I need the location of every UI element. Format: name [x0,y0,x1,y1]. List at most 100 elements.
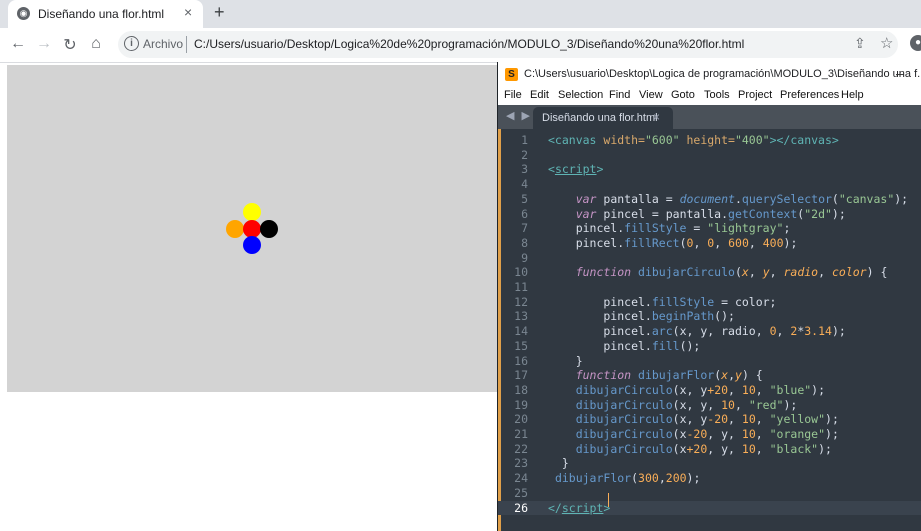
code-line[interactable]: 3 <script> [498,162,921,177]
code-token: 10 [741,441,756,456]
code-line[interactable]: 10 function dibujarCirculo(x, y, radio, … [498,265,921,280]
menu-project[interactable]: Project [738,89,772,101]
line-number: 13 [514,309,528,324]
menu-goto[interactable]: Goto [671,89,695,101]
code-text: <script> [548,162,603,177]
code-line[interactable]: 22 dibujarCirculo(x+20, y, 10, "black"); [498,442,921,457]
code-line[interactable]: 23 } [498,456,921,471]
code-text: <canvas width="600" height="400"></canva… [548,133,839,148]
menu-help[interactable]: Help [841,89,864,101]
code-token: 600 [728,235,749,250]
code-text: pincel.fill(); [548,339,700,354]
code-line[interactable]: 8 pincel.fillRect(0, 0, 600, 400); [498,236,921,251]
profile-avatar[interactable]: ● [910,35,921,51]
line-number: 11 [514,280,528,294]
menu-selection[interactable]: Selection [558,89,603,101]
code-token: ; [783,221,791,236]
address-bar[interactable]: i Archivo C:/Users/usuario/Desktop/Logic… [118,31,898,58]
code-token: script [554,162,597,177]
share-icon[interactable]: ⇪ [854,35,866,52]
new-tab-icon[interactable]: + [214,2,225,23]
code-token: , [728,382,742,397]
code-token: y [735,368,742,383]
code-token: pincel = pantalla. [603,206,729,221]
code-line[interactable]: 13 pincel.beginPath(); [498,309,921,324]
tab-scroll-arrows-icon[interactable]: ◀ ▶ [506,109,532,122]
menu-find[interactable]: Find [609,89,630,101]
close-icon[interactable]: × [653,110,660,124]
code-line[interactable]: 4 [498,177,921,192]
code-line[interactable]: 26 </script> [498,500,921,516]
line-number: 20 [514,412,528,427]
code-line[interactable]: 16 } [498,354,921,369]
back-arrow-icon[interactable]: ← [8,35,28,53]
code-line[interactable]: 6 var pincel = pantalla.getContext("2d")… [498,207,921,222]
code-line[interactable]: 24 dibujarFlor(300,200); [498,471,921,486]
code-token: 300 [638,471,659,486]
code-line[interactable]: 19 dibujarCirculo(x, y, 10, "red"); [498,398,921,413]
code-line[interactable]: 12 pincel.fillStyle = color; [498,295,921,310]
code-editor[interactable]: 1 <canvas width="600" height="400"></canv… [498,129,921,531]
info-icon[interactable]: i [124,36,139,51]
browser-tab[interactable]: ◉ Diseñando una flor.html × [8,0,203,28]
menu-view[interactable]: View [639,89,663,101]
code-token: pincel. [548,294,652,309]
forward-arrow-icon[interactable]: → [34,35,54,53]
code-line[interactable]: 15 pincel.fill(); [498,339,921,354]
line-number: 3 [521,162,528,177]
code-token: , [776,324,791,339]
minimize-icon[interactable]: – [896,65,904,81]
home-icon[interactable]: ⌂ [86,35,106,53]
code-text: dibujarCirculo(x, y, 10, "red"); [548,398,798,413]
code-token: (); [679,338,701,353]
code-token: function [575,368,639,383]
code-line[interactable]: 1 <canvas width="600" height="400"></canv… [498,133,921,148]
code-text: var pantalla = document.querySelector("c… [548,192,908,207]
line-number: 6 [521,206,528,221]
code-line[interactable]: 17 function dibujarFlor(x,y) { [498,368,921,383]
code-text: function dibujarFlor(x,y) { [548,368,763,383]
code-line[interactable]: 14 pincel.arc(x, y, radio, 0, 2*3.14); [498,324,921,339]
code-token: , [818,265,832,280]
menu-edit[interactable]: Edit [530,89,549,101]
code-line[interactable]: 11 [498,280,921,295]
code-token: ></canvas> [769,133,839,147]
menu-tools[interactable]: Tools [704,89,730,101]
code-text: } [548,456,569,471]
code-line[interactable]: 7 pincel.fillStyle = "lightgray"; [498,221,921,236]
code-token: ); [831,324,846,339]
code-line[interactable]: 9 [498,251,921,266]
editor-title-bar: S C:\Users\usuario\Desktop\Logica de pro… [498,62,921,87]
line-number: 25 [514,485,528,500]
code-token: ); [686,471,701,486]
sublime-logo-icon: S [505,68,518,81]
line-number: 9 [521,250,528,265]
editor-tab[interactable]: Diseñando una flor.html × [533,107,673,129]
code-token: "lightgray" [707,221,784,236]
code-token: 10 [741,427,756,441]
code-line[interactable]: 21 dibujarCirculo(x-20, y, 10, "orange")… [498,427,921,442]
menu-file[interactable]: File [504,89,522,101]
reload-icon[interactable]: ↻ [60,35,80,55]
code-token: , [748,265,763,280]
bookmark-star-icon[interactable]: ☆ [880,34,893,52]
code-line[interactable]: 25 [498,486,921,501]
code-line[interactable]: 20 dibujarCirculo(x, y-20, 10, "yellow")… [498,412,921,427]
code-token: ( [679,235,687,250]
code-token: arc [651,324,673,339]
code-line[interactable]: 2 [498,148,921,163]
code-token: document [679,191,735,206]
code-token: , [728,412,742,427]
code-line[interactable]: 5 var pantalla = document.querySelector(… [498,192,921,207]
code-line[interactable]: 18 dibujarCirculo(x, y+20, 10, "blue"); [498,383,921,398]
line-number: 21 [514,427,528,441]
code-token: , y, [707,427,742,441]
close-tab-icon[interactable]: × [184,4,192,20]
menu-preferences[interactable]: Preferences [780,89,839,101]
url-text[interactable]: C:/Users/usuario/Desktop/Logica%20de%20p… [194,37,744,51]
code-token: +20 [686,441,708,456]
